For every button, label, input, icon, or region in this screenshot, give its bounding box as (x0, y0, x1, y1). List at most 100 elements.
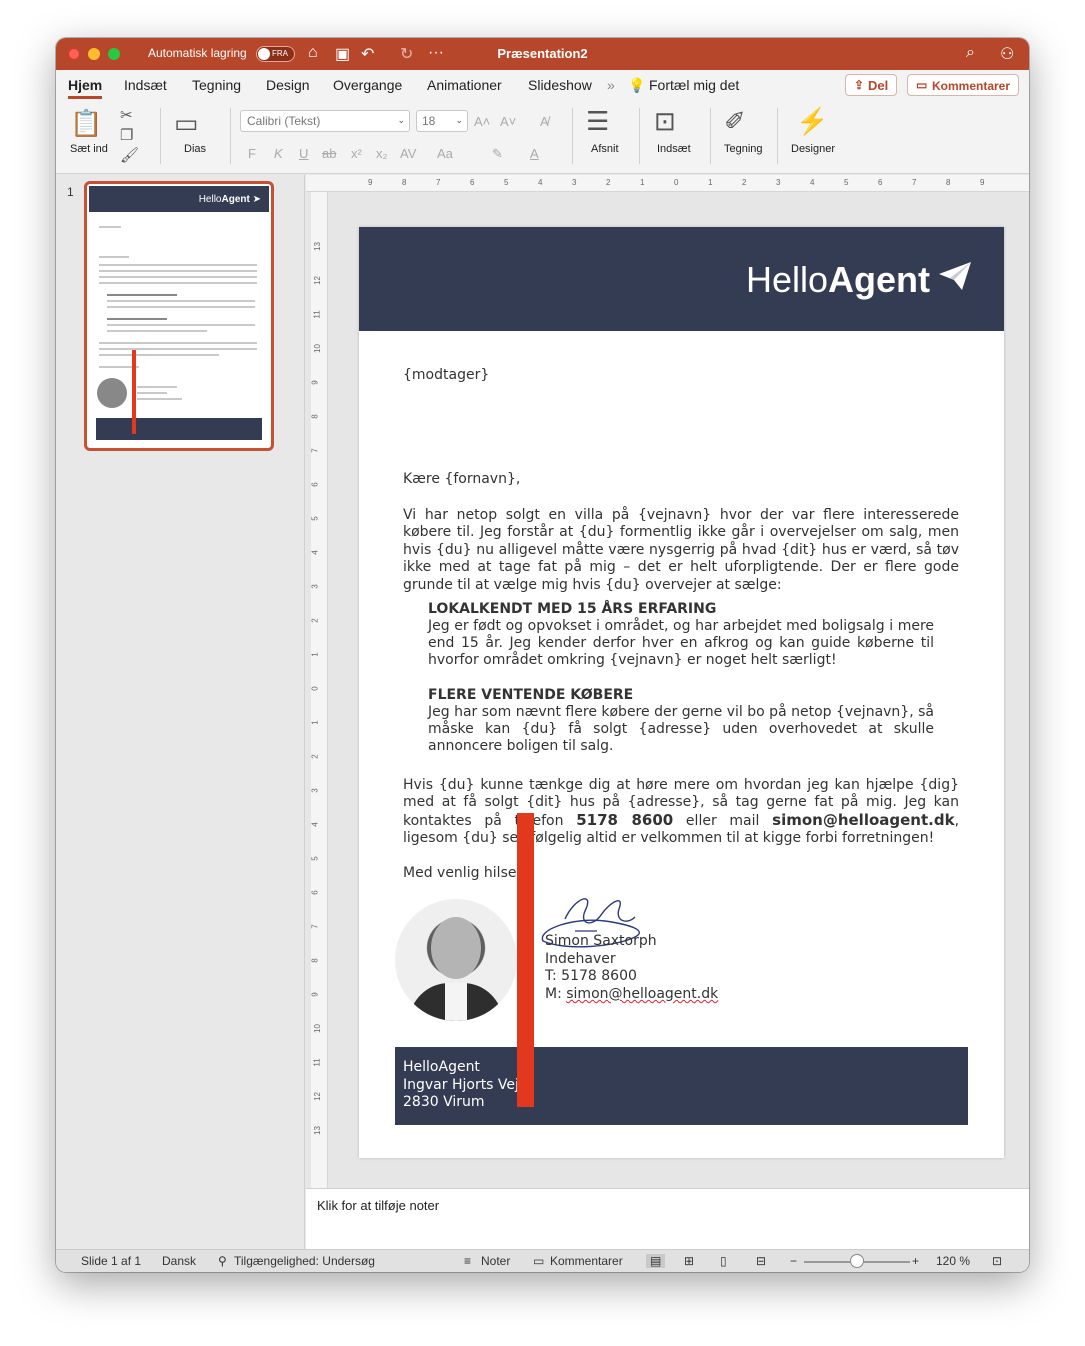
footer-company: HelloAgent (403, 1059, 480, 1075)
ruler-tick-label: 5 (310, 856, 320, 861)
share-button[interactable]: ⇪ Del (845, 74, 897, 96)
tab-tegning[interactable]: Tegning (192, 77, 241, 93)
normal-view-icon[interactable]: ▤ (646, 1254, 666, 1268)
cut-icon[interactable]: ✂ (120, 106, 133, 124)
superscript-button[interactable]: x² (351, 146, 362, 161)
strikethrough-button[interactable]: ab (322, 146, 336, 161)
copy-icon[interactable]: ❐ (120, 126, 133, 144)
zoom-level[interactable]: 120 % (936, 1254, 970, 1268)
tab-animationer[interactable]: Animationer (427, 77, 502, 93)
ribbon: 📋 Sæt ind ✂ ❐ 🖌 ▭ Dias Calibri (Tekst) ⌄… (56, 100, 1029, 174)
slide[interactable]: HelloAgent {modtager} Kære {fornavn}, Vi… (359, 227, 1004, 1158)
font-size-select[interactable]: 18 ⌄ (416, 110, 468, 132)
ribbon-divider (230, 108, 231, 164)
bold-button[interactable]: F (248, 146, 256, 161)
italic-button[interactable]: K (274, 146, 283, 161)
thumbnail-text-line (137, 392, 167, 394)
greeting-text[interactable]: Kære {fornavn}, (403, 471, 959, 488)
closing-email: simon@helloagent.dk (772, 810, 955, 829)
paragraph-icon[interactable]: ☰ (586, 106, 609, 137)
language-status[interactable]: Dansk (162, 1254, 196, 1268)
recipient-placeholder[interactable]: {modtager} (403, 367, 959, 384)
font-color-icon[interactable]: A (530, 146, 539, 161)
intro-paragraph[interactable]: Vi har netop solgt en villa på {vejnavn}… (403, 507, 959, 594)
decrease-font-icon[interactable]: A˅ (500, 114, 516, 129)
thumbnail-logo: HelloAgent ➤ (198, 194, 261, 205)
slide-label: Dias (184, 143, 207, 155)
subscript-button[interactable]: x₂ (376, 146, 388, 161)
thumbnail-text-line (107, 294, 177, 296)
share-label: Del (868, 78, 889, 93)
ruler-tick-label: 9 (368, 178, 373, 187)
designer-icon[interactable]: ⚡ (796, 106, 828, 137)
ribbon-divider (777, 108, 778, 164)
signature-mail-prefix: M: (545, 985, 567, 1002)
ruler-tick-label: 1 (640, 178, 645, 187)
format-painter-icon[interactable]: 🖌 (120, 146, 139, 164)
comments-status-icon[interactable]: ▭ (533, 1254, 544, 1268)
font-name-select[interactable]: Calibri (Tekst) ⌄ (240, 110, 410, 132)
ruler-tick-label: 4 (310, 822, 320, 827)
comments-label: Kommentarer (932, 79, 1011, 93)
point2-block[interactable]: FLERE VENTENDE KØBERE Jeg har som nævnt … (428, 687, 934, 755)
regards-text[interactable]: Med venlig hilsen (403, 865, 959, 882)
slide-footer-band[interactable]: HelloAgent Ingvar Hjorts Vej 2830 Virum (395, 1047, 968, 1125)
change-case-button[interactable]: Aa (437, 146, 453, 161)
ruler-tick-label: 0 (674, 178, 679, 187)
slide-thumbnail-pane: 1 HelloAgent ➤ (56, 175, 305, 1249)
clear-format-icon[interactable]: A̸ (540, 114, 549, 129)
comments-toggle[interactable]: Kommentarer (550, 1254, 623, 1268)
slideshow-view-icon[interactable]: ⊟ (756, 1254, 766, 1268)
tell-me-search[interactable]: Fortæl mig det (649, 77, 739, 93)
slide-sorter-icon[interactable]: ⊞ (684, 1254, 694, 1268)
closing-paragraph[interactable]: Hvis {du} kunne tænkge dig at høre mere … (403, 777, 959, 848)
accessibility-icon[interactable]: ⚲ (218, 1254, 227, 1268)
tab-design[interactable]: Design (266, 77, 310, 93)
thumbnail-text-line (99, 276, 257, 278)
increase-font-icon[interactable]: A˄ (474, 114, 490, 129)
ruler-tick-label: 2 (606, 178, 611, 187)
fit-to-window-icon[interactable]: ⊡ (992, 1254, 1002, 1268)
insert-textbox-icon[interactable]: ⊡ (654, 106, 676, 137)
tab-overgange[interactable]: Overgange (333, 77, 402, 93)
ruler-tick-label: 13 (312, 242, 322, 251)
accessibility-status[interactable]: Tilgængelighed: Undersøg (234, 1254, 375, 1268)
ribbon-tabs: Hjem Indsæt Tegning Design Overgange Ani… (56, 70, 1029, 100)
point2-title: FLERE VENTENDE KØBERE (428, 687, 634, 703)
tab-hjem[interactable]: Hjem (68, 77, 103, 99)
ruler-tick-label: 5 (504, 178, 509, 187)
zoom-slider-knob[interactable] (850, 1254, 864, 1268)
portrait-face (431, 917, 481, 979)
ruler-tick-label: 1 (310, 652, 320, 657)
comments-button[interactable]: ▭ Kommentarer (907, 74, 1019, 96)
drawing-icon[interactable]: ✐ (724, 106, 746, 137)
reading-view-icon[interactable]: ▯ (720, 1254, 727, 1268)
paste-icon[interactable]: 📋 (70, 108, 102, 139)
highlight-icon[interactable]: ✎ (492, 146, 503, 162)
overflow-chevron-icon[interactable]: » (607, 77, 615, 93)
notes-icon[interactable]: ≡ (464, 1254, 471, 1268)
signature-name: Simon Saxtorph (545, 933, 657, 949)
thumbnail-text-line (107, 300, 255, 302)
notes-pane[interactable]: Klik for at tilføje noter (306, 1188, 1029, 1249)
new-slide-icon[interactable]: ▭ (174, 108, 199, 139)
character-spacing-button[interactable]: AV (400, 146, 416, 161)
signature-block[interactable]: Simon Saxtorph Indehaver T: 5178 8600 M:… (545, 933, 718, 1003)
ruler-tick-label: 12 (312, 276, 322, 285)
point1-block[interactable]: LOKALKENDT MED 15 ÅRS ERFARING Jeg er fø… (428, 601, 934, 669)
ruler-tick-label: 3 (572, 178, 577, 187)
agent-portrait[interactable] (395, 899, 517, 1021)
paste-label: Sæt ind (70, 143, 108, 155)
helloagent-logo: HelloAgent (746, 259, 971, 301)
notes-toggle[interactable]: Noter (481, 1254, 510, 1268)
tab-slideshow[interactable]: Slideshow (528, 77, 592, 93)
ruler-tick-label: 6 (470, 178, 475, 187)
zoom-in-icon[interactable]: + (912, 1254, 919, 1268)
tab-indsaet[interactable]: Indsæt (124, 77, 167, 93)
slide-thumbnail[interactable]: HelloAgent ➤ (84, 181, 274, 451)
account-icon[interactable]: ⚇ (1000, 44, 1014, 64)
thumbnail-footer (96, 418, 262, 440)
zoom-out-icon[interactable]: − (790, 1254, 797, 1268)
search-icon[interactable]: ⌕ (966, 44, 975, 62)
underline-button[interactable]: U (299, 146, 308, 161)
